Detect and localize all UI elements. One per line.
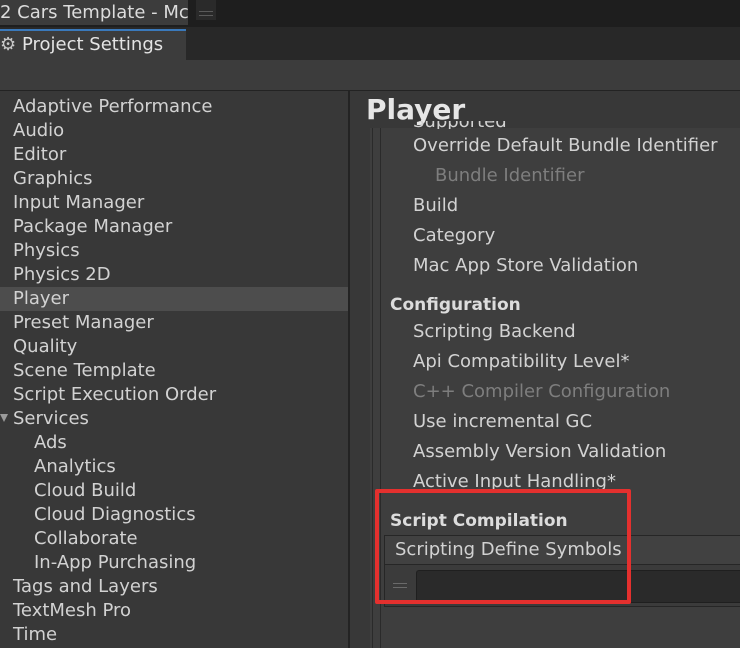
sidebar-item-player[interactable]: Player bbox=[0, 287, 348, 311]
field-category[interactable]: Category bbox=[413, 224, 495, 248]
tab-project-settings[interactable]: ⚙ Project Settings bbox=[0, 29, 186, 60]
field-scripting-backend[interactable]: Scripting Backend bbox=[413, 320, 576, 344]
toolbar bbox=[0, 60, 740, 91]
sidebar-item-physics-2d[interactable]: Physics 2D bbox=[0, 263, 348, 287]
sidebar-item-editor[interactable]: Editor bbox=[0, 143, 348, 167]
sidebar-item-graphics[interactable]: Graphics bbox=[0, 167, 348, 191]
sidebar-item-audio[interactable]: Audio bbox=[0, 119, 348, 143]
settings-sidebar: Adaptive Performance Audio Editor Graphi… bbox=[0, 91, 348, 648]
sidebar-item-scene-template[interactable]: Scene Template bbox=[0, 359, 348, 383]
sidebar-item-services[interactable]: Services bbox=[0, 407, 348, 431]
field-build[interactable]: Build bbox=[413, 194, 458, 218]
sidebar-item-cloud-diagnostics[interactable]: Cloud Diagnostics bbox=[0, 503, 348, 527]
field-cpp-compiler-configuration: C++ Compiler Configuration bbox=[413, 381, 671, 402]
gear-icon: ⚙ bbox=[0, 34, 17, 55]
field-mac-app-store-validation[interactable]: Mac App Store Validation bbox=[413, 254, 638, 278]
sidebar-item-script-execution-order[interactable]: Script Execution Order bbox=[0, 383, 348, 407]
expand-arrow-icon[interactable] bbox=[0, 414, 8, 422]
sidebar-item-analytics[interactable]: Analytics bbox=[0, 455, 348, 479]
sidebar-item-package-manager[interactable]: Package Manager bbox=[0, 215, 348, 239]
field-api-compatibility-level[interactable]: Api Compatibility Level* bbox=[413, 350, 629, 374]
sidebar-item-time[interactable]: Time bbox=[0, 623, 348, 647]
sidebar-item-textmesh-pro[interactable]: TextMesh Pro bbox=[0, 599, 348, 623]
window-tab[interactable]: 2 Cars Template - Mc bbox=[0, 0, 188, 25]
field-use-incremental-gc[interactable]: Use incremental GC bbox=[413, 410, 592, 434]
indent-guide bbox=[372, 128, 373, 648]
sidebar-item-ads[interactable]: Ads bbox=[0, 431, 348, 455]
field-bundle-identifier: Bundle Identifier bbox=[435, 165, 585, 186]
sidebar-item-cloud-build[interactable]: Cloud Build bbox=[0, 479, 348, 503]
sidebar-item-input-manager[interactable]: Input Manager bbox=[0, 191, 348, 215]
field-assembly-version-validation[interactable]: Assembly Version Validation bbox=[413, 440, 666, 464]
clipped-label: Supported URL schemes bbox=[413, 121, 523, 129]
sidebar-item-quality[interactable]: Quality bbox=[0, 335, 348, 359]
sidebar-item-tags-and-layers[interactable]: Tags and Layers bbox=[0, 575, 348, 599]
sidebar-item-physics[interactable]: Physics bbox=[0, 239, 348, 263]
field-override-default-bundle-identifier[interactable]: Override Default Bundle Identifier bbox=[413, 134, 718, 158]
tab-label: Project Settings bbox=[22, 34, 164, 55]
sidebar-item-adaptive-performance[interactable]: Adaptive Performance bbox=[0, 95, 348, 119]
sidebar-item-preset-manager[interactable]: Preset Manager bbox=[0, 311, 348, 335]
highlight-annotation bbox=[375, 489, 631, 604]
sidebar-item-collaborate[interactable]: Collaborate bbox=[0, 527, 348, 551]
sidebar-item-in-app-purchasing[interactable]: In-App Purchasing bbox=[0, 551, 348, 575]
section-header-configuration: Configuration bbox=[390, 295, 521, 315]
drag-handle-icon[interactable] bbox=[196, 0, 216, 20]
